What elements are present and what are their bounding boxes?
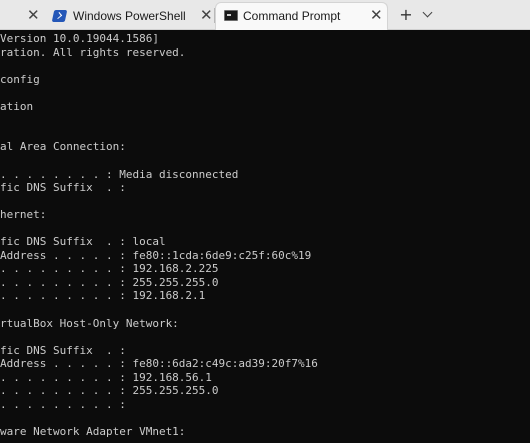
chevron-down-icon[interactable]: [420, 4, 436, 26]
tab-label: Command Prompt: [243, 9, 341, 23]
new-tab-button[interactable]: +: [396, 4, 416, 26]
console-line: ation: [0, 99, 34, 113]
console-line: . . . . . . . . . : 255.255.255.0: [0, 384, 219, 398]
console-line: fic DNS Suffix . :: [0, 181, 126, 195]
powershell-icon: [51, 10, 68, 22]
console-line: . . . . . . . . : Media disconnected: [0, 167, 239, 181]
console-line: al Area Connection:: [0, 140, 126, 154]
console-line: config: [0, 72, 40, 86]
console-line: . . . . . . . . . : 192.168.2.1: [0, 289, 206, 303]
console-line: fic DNS Suffix . :: [0, 343, 126, 357]
terminal-window: ✕ Windows PowerShell ✕ Command Prompt ✕ …: [0, 0, 530, 443]
console-line: . . . . . . . . . : 255.255.255.0: [0, 275, 219, 289]
console-line: . . . . . . . . . : 192.168.56.1: [0, 370, 212, 384]
tab-close-icon[interactable]: ✕: [27, 8, 40, 23]
tab-bar: ✕ Windows PowerShell ✕ Command Prompt ✕ …: [0, 0, 530, 30]
console-line: Address . . . . . : fe80::6da2:c49c:ad39…: [0, 357, 318, 371]
console-line: rtualBox Host-Only Network:: [0, 316, 179, 330]
console-line: . . . . . . . . . : 192.168.2.225: [0, 262, 219, 276]
command-prompt-icon: [224, 10, 238, 21]
console-line: hernet:: [0, 208, 47, 222]
tab-label: Windows PowerShell: [73, 9, 186, 23]
tab-close-icon[interactable]: ✕: [200, 8, 213, 23]
tab-windows-powershell[interactable]: Windows PowerShell ✕: [45, 2, 215, 30]
tab-partial[interactable]: ✕: [0, 2, 45, 30]
console-line: . . . . . . . . . :: [0, 397, 126, 411]
console-line: ware Network Adapter VMnet1:: [0, 424, 186, 438]
console-output[interactable]: Version 10.0.19044.1586] ration. All righ…: [0, 30, 530, 443]
tab-close-icon[interactable]: ✕: [370, 8, 383, 23]
console-line: Address . . . . . : fe80::1cda:6de9:c25f…: [0, 248, 312, 262]
tab-command-prompt[interactable]: Command Prompt ✕: [215, 2, 388, 30]
console-line: fic DNS Suffix . : local: [0, 235, 166, 249]
console-line: ration. All rights reserved.: [0, 45, 186, 59]
console-line: Version 10.0.19044.1586]: [0, 32, 159, 45]
